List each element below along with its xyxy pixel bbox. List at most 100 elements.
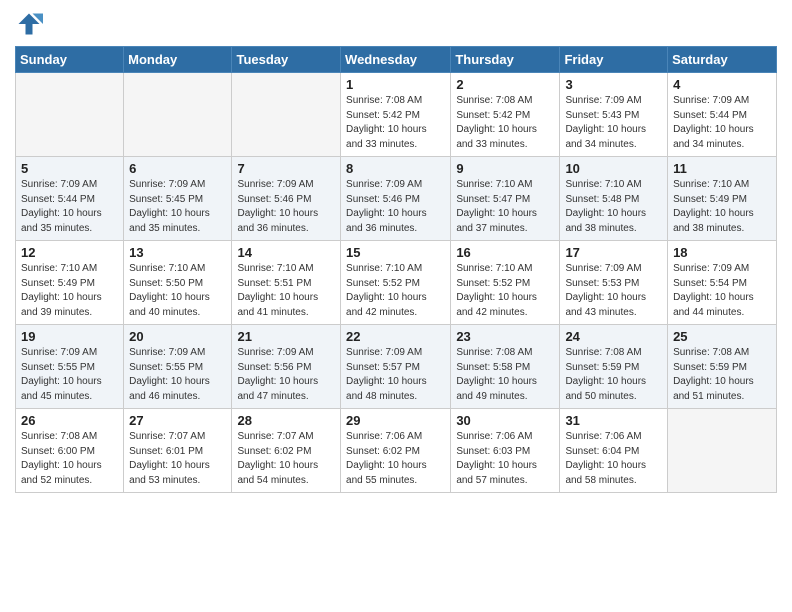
day-number: 25 (673, 329, 771, 344)
day-number: 11 (673, 161, 771, 176)
day-info: Sunrise: 7:09 AM Sunset: 5:45 PM Dayligh… (129, 178, 226, 236)
day-number: 29 (346, 413, 445, 428)
day-number: 20 (129, 329, 226, 344)
day-number: 3 (565, 77, 662, 92)
day-number: 5 (21, 161, 118, 176)
day-number: 13 (129, 245, 226, 260)
day-number: 18 (673, 245, 771, 260)
day-number: 27 (129, 413, 226, 428)
calendar-cell: 14 Sunrise: 7:10 AM Sunset: 5:51 PM Dayli… (232, 241, 341, 325)
day-number: 22 (346, 329, 445, 344)
day-info: Sunrise: 7:08 AM Sunset: 5:59 PM Dayligh… (673, 346, 771, 404)
day-info: Sunrise: 7:09 AM Sunset: 5:46 PM Dayligh… (237, 178, 335, 236)
day-info: Sunrise: 7:08 AM Sunset: 6:00 PM Dayligh… (21, 430, 118, 488)
day-info: Sunrise: 7:10 AM Sunset: 5:51 PM Dayligh… (237, 262, 335, 320)
day-number: 26 (21, 413, 118, 428)
calendar-page: SundayMondayTuesdayWednesdayThursdayFrid… (0, 0, 792, 508)
day-info: Sunrise: 7:08 AM Sunset: 5:58 PM Dayligh… (456, 346, 554, 404)
calendar-cell: 30Sunrise: 7:06 AM Sunset: 6:03 PM Dayli… (451, 409, 560, 493)
day-info: Sunrise: 7:10 AM Sunset: 5:50 PM Dayligh… (129, 262, 226, 320)
column-header-friday: Friday (560, 47, 668, 73)
day-info: Sunrise: 7:10 AM Sunset: 5:49 PM Dayligh… (21, 262, 118, 320)
calendar-cell: 18 Sunrise: 7:09 AM Sunset: 5:54 PM Dayli… (668, 241, 777, 325)
calendar-cell: 6 Sunrise: 7:09 AM Sunset: 5:45 PM Daylig… (124, 157, 232, 241)
day-info: Sunrise: 7:09 AM Sunset: 5:57 PM Dayligh… (346, 346, 445, 404)
day-number: 12 (21, 245, 118, 260)
day-number: 28 (237, 413, 335, 428)
day-number: 19 (21, 329, 118, 344)
day-info: Sunrise: 7:09 AM Sunset: 5:56 PM Dayligh… (237, 346, 335, 404)
calendar-week-row: 5 Sunrise: 7:09 AM Sunset: 5:44 PM Daylig… (16, 157, 777, 241)
calendar-cell: 3Sunrise: 7:09 AM Sunset: 5:43 PM Daylig… (560, 73, 668, 157)
calendar-cell: 21Sunrise: 7:09 AM Sunset: 5:56 PM Dayli… (232, 325, 341, 409)
day-info: Sunrise: 7:09 AM Sunset: 5:46 PM Dayligh… (346, 178, 445, 236)
calendar-cell: 17 Sunrise: 7:09 AM Sunset: 5:53 PM Dayli… (560, 241, 668, 325)
day-info: Sunrise: 7:06 AM Sunset: 6:02 PM Dayligh… (346, 430, 445, 488)
calendar-cell: 15Sunrise: 7:10 AM Sunset: 5:52 PM Dayli… (341, 241, 451, 325)
column-header-monday: Monday (124, 47, 232, 73)
day-number: 8 (346, 161, 445, 176)
day-number: 9 (456, 161, 554, 176)
calendar-cell: 22 Sunrise: 7:09 AM Sunset: 5:57 PM Dayli… (341, 325, 451, 409)
day-number: 4 (673, 77, 771, 92)
day-info: Sunrise: 7:09 AM Sunset: 5:44 PM Dayligh… (673, 94, 771, 152)
calendar-cell: 11 Sunrise: 7:10 AM Sunset: 5:49 PM Dayli… (668, 157, 777, 241)
day-info: Sunrise: 7:10 AM Sunset: 5:48 PM Dayligh… (565, 178, 662, 236)
logo-icon (15, 10, 43, 38)
calendar-cell: 24 Sunrise: 7:08 AM Sunset: 5:59 PM Dayli… (560, 325, 668, 409)
header (15, 10, 777, 38)
calendar-cell: 25 Sunrise: 7:08 AM Sunset: 5:59 PM Dayli… (668, 325, 777, 409)
day-info: Sunrise: 7:07 AM Sunset: 6:02 PM Dayligh… (237, 430, 335, 488)
calendar-cell: 19 Sunrise: 7:09 AM Sunset: 5:55 PM Dayli… (16, 325, 124, 409)
day-number: 1 (346, 77, 445, 92)
calendar-cell: 13 Sunrise: 7:10 AM Sunset: 5:50 PM Dayli… (124, 241, 232, 325)
day-info: Sunrise: 7:10 AM Sunset: 5:52 PM Dayligh… (456, 262, 554, 320)
day-number: 14 (237, 245, 335, 260)
day-info: Sunrise: 7:09 AM Sunset: 5:54 PM Dayligh… (673, 262, 771, 320)
calendar-week-row: 26 Sunrise: 7:08 AM Sunset: 6:00 PM Dayli… (16, 409, 777, 493)
column-header-wednesday: Wednesday (341, 47, 451, 73)
calendar-cell: 2Sunrise: 7:08 AM Sunset: 5:42 PM Daylig… (451, 73, 560, 157)
day-info: Sunrise: 7:10 AM Sunset: 5:47 PM Dayligh… (456, 178, 554, 236)
column-header-sunday: Sunday (16, 47, 124, 73)
calendar-cell: 1 Sunrise: 7:08 AM Sunset: 5:42 PM Daylig… (341, 73, 451, 157)
day-info: Sunrise: 7:09 AM Sunset: 5:44 PM Dayligh… (21, 178, 118, 236)
calendar-cell: 29 Sunrise: 7:06 AM Sunset: 6:02 PM Dayli… (341, 409, 451, 493)
calendar-cell: 16 Sunrise: 7:10 AM Sunset: 5:52 PM Dayli… (451, 241, 560, 325)
calendar-cell: 12 Sunrise: 7:10 AM Sunset: 5:49 PM Dayli… (16, 241, 124, 325)
calendar-header-row: SundayMondayTuesdayWednesdayThursdayFrid… (16, 47, 777, 73)
calendar-table: SundayMondayTuesdayWednesdayThursdayFrid… (15, 46, 777, 493)
calendar-cell (16, 73, 124, 157)
day-info: Sunrise: 7:09 AM Sunset: 5:55 PM Dayligh… (129, 346, 226, 404)
calendar-cell: 9 Sunrise: 7:10 AM Sunset: 5:47 PM Daylig… (451, 157, 560, 241)
calendar-cell: 27 Sunrise: 7:07 AM Sunset: 6:01 PM Dayli… (124, 409, 232, 493)
day-number: 7 (237, 161, 335, 176)
day-info: Sunrise: 7:09 AM Sunset: 5:53 PM Dayligh… (565, 262, 662, 320)
day-info: Sunrise: 7:08 AM Sunset: 5:42 PM Dayligh… (346, 94, 445, 152)
calendar-cell: 7 Sunrise: 7:09 AM Sunset: 5:46 PM Daylig… (232, 157, 341, 241)
day-info: Sunrise: 7:07 AM Sunset: 6:01 PM Dayligh… (129, 430, 226, 488)
column-header-tuesday: Tuesday (232, 47, 341, 73)
calendar-cell (124, 73, 232, 157)
calendar-cell: 20 Sunrise: 7:09 AM Sunset: 5:55 PM Dayli… (124, 325, 232, 409)
day-number: 24 (565, 329, 662, 344)
day-number: 6 (129, 161, 226, 176)
column-header-saturday: Saturday (668, 47, 777, 73)
day-number: 17 (565, 245, 662, 260)
calendar-cell (668, 409, 777, 493)
calendar-cell: 8 Sunrise: 7:09 AM Sunset: 5:46 PM Daylig… (341, 157, 451, 241)
day-info: Sunrise: 7:09 AM Sunset: 5:55 PM Dayligh… (21, 346, 118, 404)
day-info: Sunrise: 7:08 AM Sunset: 5:42 PM Dayligh… (456, 94, 554, 152)
logo (15, 10, 47, 38)
day-info: Sunrise: 7:10 AM Sunset: 5:49 PM Dayligh… (673, 178, 771, 236)
calendar-cell: 26 Sunrise: 7:08 AM Sunset: 6:00 PM Dayli… (16, 409, 124, 493)
day-info: Sunrise: 7:10 AM Sunset: 5:52 PM Dayligh… (346, 262, 445, 320)
calendar-cell: 28 Sunrise: 7:07 AM Sunset: 6:02 PM Dayli… (232, 409, 341, 493)
day-number: 23 (456, 329, 554, 344)
day-info: Sunrise: 7:06 AM Sunset: 6:04 PM Dayligh… (565, 430, 662, 488)
day-info: Sunrise: 7:08 AM Sunset: 5:59 PM Dayligh… (565, 346, 662, 404)
calendar-cell (232, 73, 341, 157)
day-info: Sunrise: 7:06 AM Sunset: 6:03 PM Dayligh… (456, 430, 554, 488)
column-header-thursday: Thursday (451, 47, 560, 73)
day-number: 16 (456, 245, 554, 260)
